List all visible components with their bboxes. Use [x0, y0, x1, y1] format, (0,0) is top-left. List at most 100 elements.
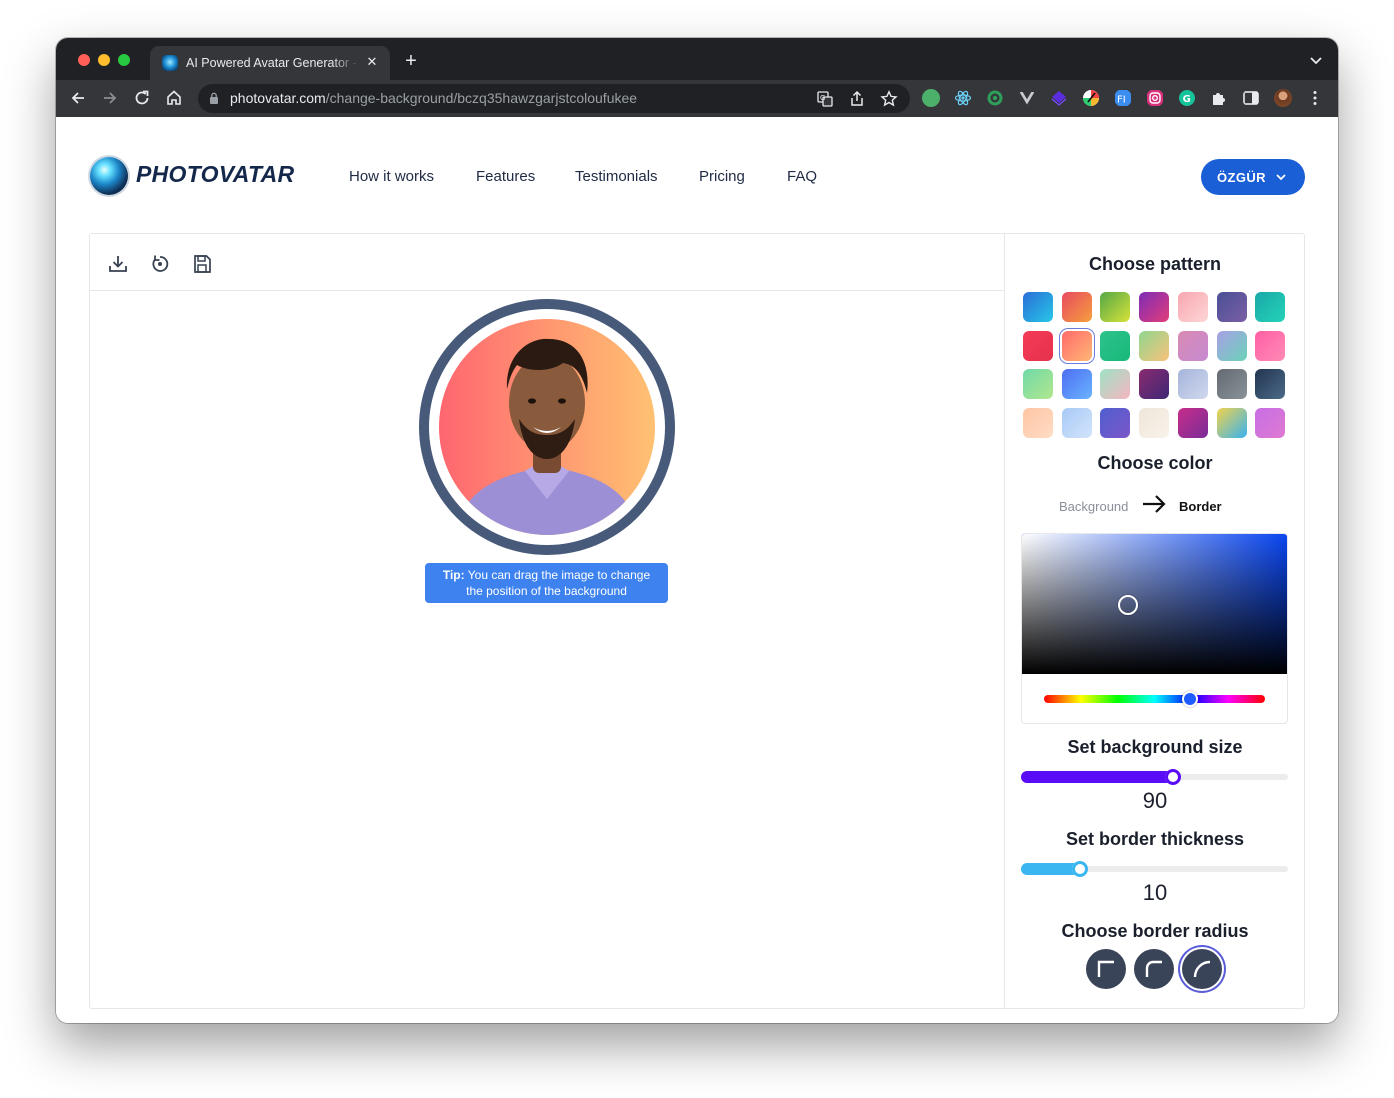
background-size-thumb[interactable]	[1165, 769, 1181, 785]
browser-toolbar: photovatar.com/change-background/bczq35h…	[56, 80, 1338, 117]
choose-color-title: Choose color	[1097, 453, 1213, 473]
nav-how-it-works[interactable]: How it works	[349, 168, 434, 185]
nav-testimonials[interactable]: Testimonials	[575, 168, 658, 185]
pattern-swatch[interactable]	[1255, 369, 1286, 400]
grammarly-icon[interactable]: G	[1178, 89, 1196, 107]
pattern-swatch[interactable]	[1100, 330, 1131, 361]
sidebar-toggle-icon[interactable]	[1242, 89, 1260, 107]
avatar-preview[interactable]	[419, 299, 675, 555]
pattern-swatch[interactable]	[1177, 292, 1208, 322]
home-icon[interactable]	[164, 88, 184, 108]
nav-faq[interactable]: FAQ	[787, 168, 817, 185]
new-tab-button[interactable]: +	[400, 50, 422, 72]
pattern-swatch[interactable]	[1100, 369, 1131, 400]
pattern-swatch[interactable]	[1255, 292, 1286, 322]
extensions-puzzle-icon[interactable]	[1210, 89, 1228, 107]
arrow-right-icon[interactable]	[1140, 493, 1168, 515]
react-devtools-icon[interactable]	[954, 89, 972, 107]
instagram-extension-icon[interactable]	[1146, 89, 1164, 107]
pattern-swatch[interactable]	[1216, 330, 1247, 361]
pattern-swatch[interactable]	[1216, 369, 1247, 400]
address-bar[interactable]: photovatar.com/change-background/bczq35h…	[198, 84, 910, 113]
reset-icon[interactable]	[149, 253, 171, 275]
pattern-swatch[interactable]	[1177, 408, 1208, 439]
user-name-label: ÖZGÜR	[1217, 170, 1266, 185]
border-radius-title: Choose border radius	[1061, 921, 1249, 941]
corner-square-icon	[1097, 960, 1114, 977]
svg-text:G: G	[820, 94, 825, 102]
reload-icon[interactable]	[132, 88, 152, 108]
forward-icon[interactable]	[100, 88, 120, 108]
border-thickness-thumb[interactable]	[1072, 861, 1088, 877]
choose-pattern-title: Choose pattern	[1088, 254, 1221, 274]
save-icon[interactable]	[191, 253, 213, 275]
avatar-editor: Tip: You can drag the image to change th…	[89, 233, 1305, 1009]
radius-circle-button[interactable]	[1182, 949, 1222, 989]
share-icon[interactable]	[848, 90, 866, 108]
zoom-window-button[interactable]	[118, 54, 130, 66]
pattern-swatch[interactable]	[1061, 408, 1092, 439]
color-picker[interactable]	[1021, 533, 1288, 724]
pattern-swatch[interactable]	[1255, 408, 1286, 439]
pattern-swatch[interactable]	[1177, 330, 1208, 361]
web-page: PHOTOVATAR How it works Features Testimo…	[56, 117, 1338, 1023]
pattern-swatch[interactable]	[1139, 330, 1170, 361]
pattern-swatch[interactable]	[1177, 369, 1208, 400]
tab-close-icon[interactable]: ✕	[364, 54, 380, 70]
nav-features[interactable]: Features	[476, 168, 535, 185]
pattern-swatch[interactable]	[1100, 408, 1131, 439]
background-size-slider[interactable]	[1021, 769, 1288, 785]
pattern-swatch[interactable]	[1100, 292, 1131, 322]
pattern-swatch[interactable]	[1139, 408, 1170, 439]
close-window-button[interactable]	[78, 54, 90, 66]
download-icon[interactable]	[107, 253, 129, 275]
user-menu-button[interactable]: ÖZGÜR	[1201, 159, 1305, 195]
saturation-area[interactable]	[1022, 534, 1287, 674]
colorpick-extension-icon[interactable]	[1082, 89, 1100, 107]
photovatar-logo-icon[interactable]	[90, 157, 128, 195]
color-cursor[interactable]	[1118, 595, 1138, 615]
pattern-swatch[interactable]	[1061, 369, 1092, 400]
hue-slider[interactable]	[1044, 695, 1265, 703]
pattern-swatch[interactable]	[1023, 408, 1053, 439]
back-icon[interactable]	[68, 88, 88, 108]
site-logo-text[interactable]: PHOTOVATAR	[136, 161, 294, 188]
pattern-swatch[interactable]	[1061, 330, 1092, 361]
pattern-swatch[interactable]	[1216, 408, 1247, 439]
pattern-swatch[interactable]	[1023, 292, 1053, 322]
radius-square-button[interactable]	[1086, 949, 1126, 989]
nav-pricing[interactable]: Pricing	[699, 168, 745, 185]
background-size-fill	[1021, 771, 1179, 783]
url-text[interactable]: photovatar.com/change-background/bczq35h…	[230, 90, 637, 106]
border-thickness-slider[interactable]	[1021, 861, 1288, 877]
chrome-menu-icon[interactable]	[1306, 89, 1324, 107]
translate-icon[interactable]: G	[816, 90, 834, 108]
bookmark-star-icon[interactable]	[880, 90, 898, 108]
tab-search-icon[interactable]	[1308, 52, 1324, 68]
fonts-extension-icon[interactable]: FI	[1114, 89, 1132, 107]
target-extension-icon[interactable]	[986, 89, 1004, 107]
minimize-window-button[interactable]	[98, 54, 110, 66]
browser-window: AI Powered Avatar Generator - ✕ + photov…	[56, 38, 1338, 1023]
avatar-background[interactable]	[439, 319, 655, 535]
pattern-swatch[interactable]	[1216, 292, 1247, 322]
lock-icon[interactable]	[209, 92, 219, 104]
profile-avatar[interactable]	[1274, 89, 1292, 107]
color-target-border[interactable]: Border	[1179, 499, 1222, 514]
radius-rounded-button[interactable]	[1134, 949, 1174, 989]
corner-circle-icon	[1193, 960, 1211, 978]
browser-tab[interactable]: AI Powered Avatar Generator - ✕	[150, 46, 390, 80]
pattern-swatch[interactable]	[1023, 330, 1053, 361]
pattern-swatch[interactable]	[1139, 369, 1170, 400]
hue-slider-thumb[interactable]	[1181, 691, 1198, 707]
pattern-swatch[interactable]	[1139, 292, 1170, 322]
corner-rounded-icon	[1145, 960, 1162, 977]
pattern-swatch[interactable]	[1023, 369, 1053, 400]
vue-devtools-icon[interactable]	[1018, 89, 1036, 107]
drag-tip: Tip: You can drag the image to change th…	[425, 563, 668, 603]
robot-extension-icon[interactable]	[922, 89, 940, 107]
layers-extension-icon[interactable]	[1050, 89, 1068, 107]
pattern-swatch[interactable]	[1061, 292, 1092, 322]
color-target-background[interactable]: Background	[1059, 499, 1128, 514]
pattern-swatch[interactable]	[1255, 330, 1286, 361]
